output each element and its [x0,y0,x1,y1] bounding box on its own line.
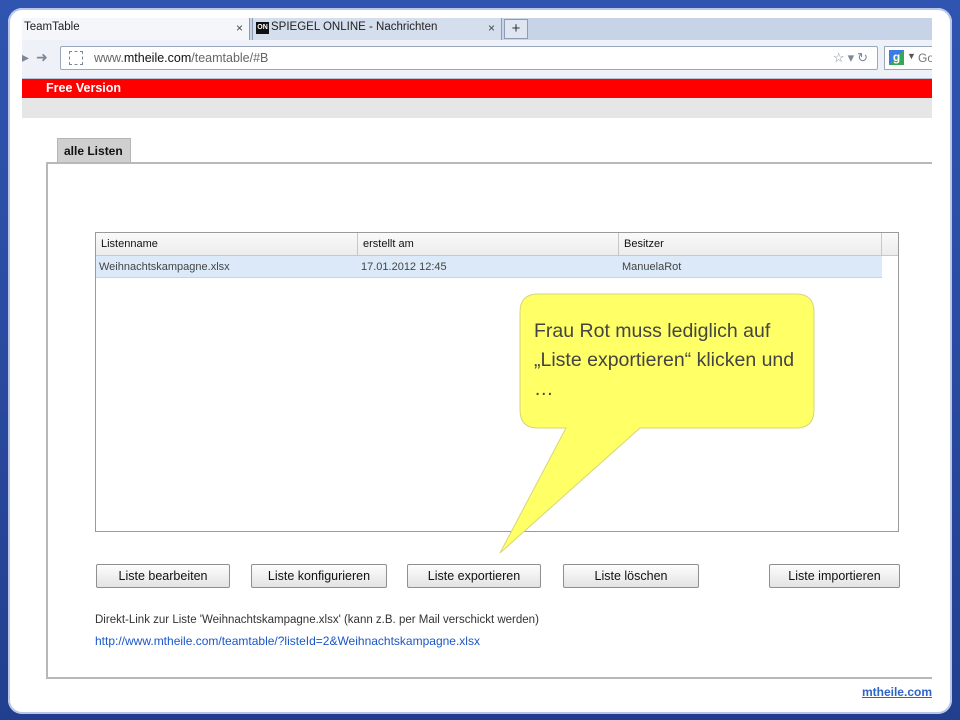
site-info-icon[interactable] [69,51,83,65]
tab-alle-listen[interactable]: alle Listen [57,138,131,162]
tab-label: alle Listen [64,144,123,158]
export-list-button[interactable]: Liste exportieren [407,564,541,588]
bookmark-star-icon[interactable]: ☆▾↻ [833,50,871,66]
lists-panel: Listenname erstellt am Besitzer Weihnach… [46,162,932,679]
tab-title: TeamTable [24,21,80,33]
import-list-button[interactable]: Liste importieren [769,564,900,588]
url-prefix: www. [94,51,124,65]
forward-arrow-icon[interactable]: ➜ [36,49,48,66]
browser-toolbar: ▸ ➜ www.mtheile.com/teamtable/#B ☆▾↻ g ▼… [22,40,932,79]
google-icon: g [889,50,904,65]
cell-erstellt-am: 17.01.2012 12:45 [361,261,447,273]
close-icon[interactable]: × [236,21,243,35]
direct-link[interactable]: http://www.mtheile.com/teamtable/?listeI… [95,634,480,648]
footer-link[interactable]: mtheile.com [862,685,932,699]
free-version-label: Free Version [46,81,122,95]
edit-list-button[interactable]: Liste bearbeiten [96,564,230,588]
column-header-erstellt-am[interactable]: erstellt am [358,233,619,255]
configure-list-button[interactable]: Liste konfigurieren [251,564,387,588]
column-header-besitzer[interactable]: Besitzer [619,233,882,255]
chevron-down-icon[interactable]: ▼ [907,51,916,61]
column-header-listenname[interactable]: Listenname [96,233,358,255]
address-bar[interactable]: www.mtheile.com/teamtable/#B ☆▾↻ [60,46,878,70]
spiegel-favicon-icon: ON [256,22,269,34]
table-header: Listenname erstellt am Besitzer [96,233,898,256]
close-icon[interactable]: × [488,21,495,35]
url-text: www.mtheile.com/teamtable/#B [94,51,268,65]
url-host: mtheile.com [123,51,192,65]
search-placeholder: Go [918,51,932,65]
direct-link-label: Direkt-Link zur Liste 'Weihnachtskampagn… [95,614,539,626]
url-path: /teamtable/#B [191,51,269,65]
delete-list-button[interactable]: Liste löschen [563,564,699,588]
tab-strip: TeamTable × ON SPIEGEL ONLINE - Nachrich… [22,18,932,40]
tab-spiegel[interactable]: ON SPIEGEL ONLINE - Nachrichten × [252,18,502,40]
back-arrow-icon[interactable]: ▸ [22,49,29,66]
table-row[interactable]: Weihnachtskampagne.xlsx 17.01.2012 12:45… [96,256,882,278]
search-box[interactable]: g ▼ Go [884,46,932,70]
tab-teamtable[interactable]: TeamTable × [22,18,250,40]
new-tab-button[interactable]: + [504,19,528,39]
free-version-bar: Free Version [22,79,932,98]
tab-title: SPIEGEL ONLINE - Nachrichten [271,21,438,33]
callout-text: Frau Rot muss lediglich auf „Liste expor… [534,320,795,400]
cell-listenname: Weihnachtskampagne.xlsx [99,261,230,273]
gray-bar [22,98,932,118]
cell-besitzer: ManuelaRot [622,261,682,273]
